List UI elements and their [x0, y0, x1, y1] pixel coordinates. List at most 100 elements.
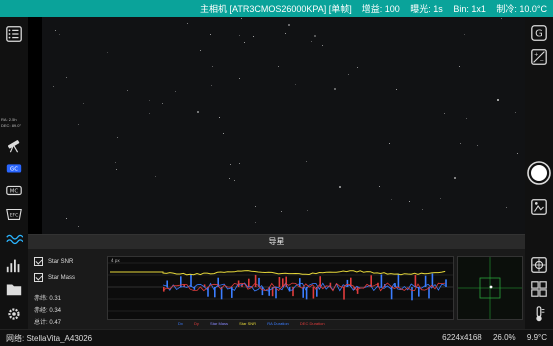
crosshair-button[interactable] — [529, 255, 549, 275]
main-camera-icon: MC — [6, 185, 22, 196]
guide-panel: 导星 Star SNR Star Mass 赤纬: 0.31 赤经: 0.34 … — [28, 234, 525, 329]
graph-legend: Dx Dy Star Mass Star SNR RA Duration DEC… — [178, 321, 335, 326]
star-dot — [389, 143, 390, 144]
guide-panel-title: 导星 — [28, 235, 525, 249]
star-dot — [53, 86, 54, 87]
duration-bar — [254, 274, 257, 287]
star-dot — [322, 45, 323, 46]
duration-bar — [411, 287, 413, 301]
guide-star-marker — [489, 285, 493, 289]
star-dot — [255, 206, 256, 207]
legend-ra-duration: RA Duration — [267, 321, 289, 326]
guide-crosshair — [458, 257, 522, 319]
star-dot — [107, 52, 108, 53]
star-dot — [244, 42, 245, 43]
gain-readout: 增益: 100 — [361, 4, 400, 14]
star-dot — [241, 18, 242, 19]
star-dot — [230, 164, 231, 165]
star-mass-label: Star Mass — [48, 274, 76, 281]
star-dot — [314, 35, 316, 37]
star-dot — [444, 113, 445, 114]
svg-text:MC: MC — [10, 189, 19, 195]
status-bar: 主相机 [ATR3CMOS26000KPA] [单帧] 增益: 100 曝光: … — [0, 0, 553, 17]
star-dot — [149, 113, 150, 114]
star-dot — [55, 30, 56, 31]
guide-star-view[interactable] — [457, 256, 523, 320]
ra-label: RA: — [1, 117, 8, 122]
star-dot — [239, 163, 240, 164]
shutter-button[interactable] — [527, 161, 551, 185]
cooling-readout: 制冷: 10.0°C — [496, 4, 547, 14]
star-dot — [379, 186, 380, 187]
histogram-button[interactable] — [4, 255, 24, 275]
guide-graph-button[interactable] — [4, 229, 24, 249]
guider-camera-button[interactable]: GC — [4, 158, 24, 178]
duration-bar — [288, 287, 291, 292]
bin-readout: Bin: 1x1 — [453, 4, 486, 14]
star-dot — [281, 211, 282, 212]
folder-icon — [6, 284, 22, 296]
duration-bar — [414, 274, 417, 287]
legend-dy: Dy — [194, 321, 199, 326]
duration-bar — [418, 287, 420, 297]
star-mass-checkbox[interactable]: Star Mass — [34, 273, 75, 282]
star-snr-line — [110, 270, 446, 276]
star-snr-label: Star SNR — [48, 258, 74, 265]
star-dot — [339, 186, 341, 188]
checkbox-checked-icon — [34, 257, 43, 266]
svg-text:−: − — [539, 58, 544, 64]
focuser-icon: EFC — [6, 208, 22, 220]
star-dot — [223, 133, 224, 134]
total-rms: 总计: 0.47 — [34, 320, 62, 326]
dec-label: DEC: — [1, 123, 11, 128]
storage-percent: 26.0% — [492, 333, 516, 342]
telescope-button[interactable] — [4, 135, 24, 155]
histogram-icon — [6, 259, 20, 273]
star-snr-checkbox[interactable]: Star SNR — [34, 257, 73, 266]
image-preview[interactable] — [42, 17, 525, 235]
shutter-icon — [527, 161, 551, 185]
grid-icon — [531, 281, 547, 297]
star-dot — [239, 35, 240, 36]
left-toolbar: RA: 2.5h DEC: 89.0° GC MC EFC — [0, 17, 28, 329]
folder-button[interactable] — [4, 279, 24, 299]
exposure-adjust-button[interactable]: + − — [529, 47, 549, 67]
grid-button[interactable] — [529, 279, 549, 299]
radec-readout: RA: 2.5h DEC: 89.0° — [1, 117, 28, 129]
star-dot — [211, 85, 212, 86]
duration-bar — [343, 287, 345, 300]
temperature-button[interactable] — [529, 304, 549, 324]
star-dot — [464, 34, 465, 35]
star-dot — [396, 89, 397, 90]
telescope-icon — [7, 140, 20, 153]
star-dot — [506, 207, 507, 208]
star-dot — [116, 169, 117, 170]
star-dot — [115, 162, 116, 163]
main-camera-button[interactable]: MC — [4, 180, 24, 200]
dec-rms: 赤纬: 0.31 — [34, 296, 62, 302]
settings-button[interactable] — [4, 304, 24, 324]
star-dot — [219, 117, 220, 118]
star-dot — [127, 90, 128, 91]
image-tool-button[interactable] — [529, 197, 549, 217]
wave-icon — [6, 234, 23, 245]
guide-graph[interactable]: 4 px — [107, 256, 454, 320]
thermometer-icon — [536, 306, 545, 322]
duration-bar — [445, 279, 447, 287]
star-dot — [155, 176, 156, 177]
star-dot — [391, 199, 392, 200]
star-dot — [460, 143, 461, 144]
graph-scale-label: 4 px — [111, 258, 120, 263]
g-button[interactable]: G — [529, 23, 549, 43]
star-dot — [295, 84, 296, 85]
star-dot — [348, 74, 349, 75]
star-dot — [234, 180, 235, 181]
menu-button[interactable] — [4, 24, 24, 44]
efc-button[interactable]: EFC — [4, 204, 24, 224]
star-dot — [117, 137, 118, 138]
star-dot — [78, 226, 79, 227]
star-dot — [66, 77, 67, 78]
star-dot — [307, 210, 308, 211]
duration-bar — [248, 278, 250, 287]
star-dot — [311, 41, 312, 42]
